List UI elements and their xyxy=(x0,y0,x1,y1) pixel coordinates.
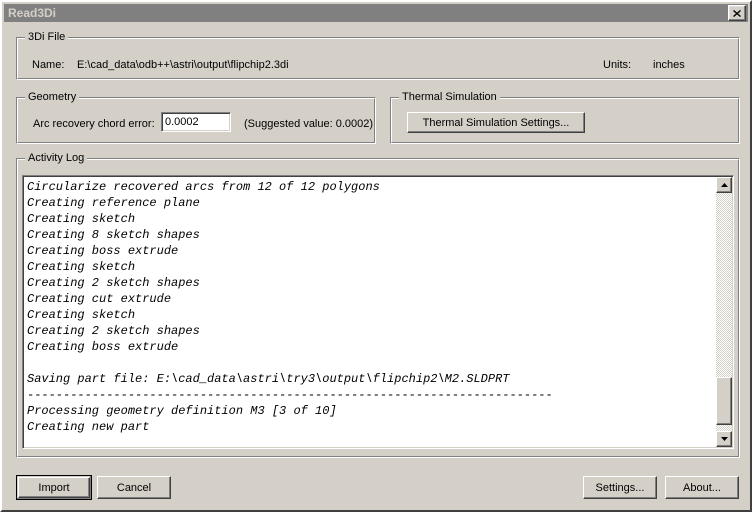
cancel-button[interactable]: Cancel xyxy=(97,476,171,499)
settings-button-label: Settings... xyxy=(595,481,645,494)
close-icon xyxy=(733,9,741,17)
file-group-legend: 3Di File xyxy=(25,31,69,43)
close-button[interactable] xyxy=(728,5,746,21)
about-button-label: About... xyxy=(683,481,721,494)
title-bar[interactable]: Read3Di xyxy=(4,4,748,22)
import-button[interactable]: Import xyxy=(16,475,92,500)
scroll-down-button[interactable] xyxy=(716,431,732,447)
chord-error-input[interactable] xyxy=(161,112,231,132)
geometry-group: Geometry Arc recovery chord error: (Sugg… xyxy=(16,91,376,144)
activity-log-textarea[interactable]: Circularize recovered arcs from 12 of 12… xyxy=(22,175,734,449)
chord-error-label: Arc recovery chord error: xyxy=(33,118,155,130)
thermal-group: Thermal Simulation Thermal Simulation Se… xyxy=(390,91,740,144)
import-button-label: Import xyxy=(38,481,70,494)
scroll-up-button[interactable] xyxy=(716,177,732,193)
about-button[interactable]: About... xyxy=(665,476,739,499)
chord-error-suggestion: (Suggested value: 0.0002) xyxy=(244,118,374,130)
cancel-button-label: Cancel xyxy=(116,481,152,494)
thermal-simulation-settings-label: Thermal Simulation Settings... xyxy=(422,116,570,129)
chevron-down-icon xyxy=(720,437,728,441)
chevron-up-icon xyxy=(720,183,728,187)
units-label: Units: xyxy=(603,59,632,71)
units-value: inches xyxy=(653,59,685,71)
settings-button[interactable]: Settings... xyxy=(583,476,657,499)
file-group: 3Di File Name: E:\cad_data\odb++\astri\o… xyxy=(16,31,740,80)
thermal-group-legend: Thermal Simulation xyxy=(399,91,500,103)
read3di-dialog: Read3Di 3Di File Name: E:\cad_data\odb++… xyxy=(0,0,752,512)
thermal-simulation-settings-button[interactable]: Thermal Simulation Settings... xyxy=(407,112,585,133)
activity-log-legend: Activity Log xyxy=(25,152,88,164)
file-name-label: Name: xyxy=(32,59,65,71)
geometry-group-legend: Geometry xyxy=(25,91,80,103)
activity-log-scrollbar[interactable] xyxy=(716,177,732,447)
window-title: Read3Di xyxy=(8,6,57,20)
file-name-value: E:\cad_data\odb++\astri\output\flipchip2… xyxy=(77,59,289,71)
scrollbar-thumb[interactable] xyxy=(716,377,732,425)
activity-log-content: Circularize recovered arcs from 12 of 12… xyxy=(27,180,553,434)
